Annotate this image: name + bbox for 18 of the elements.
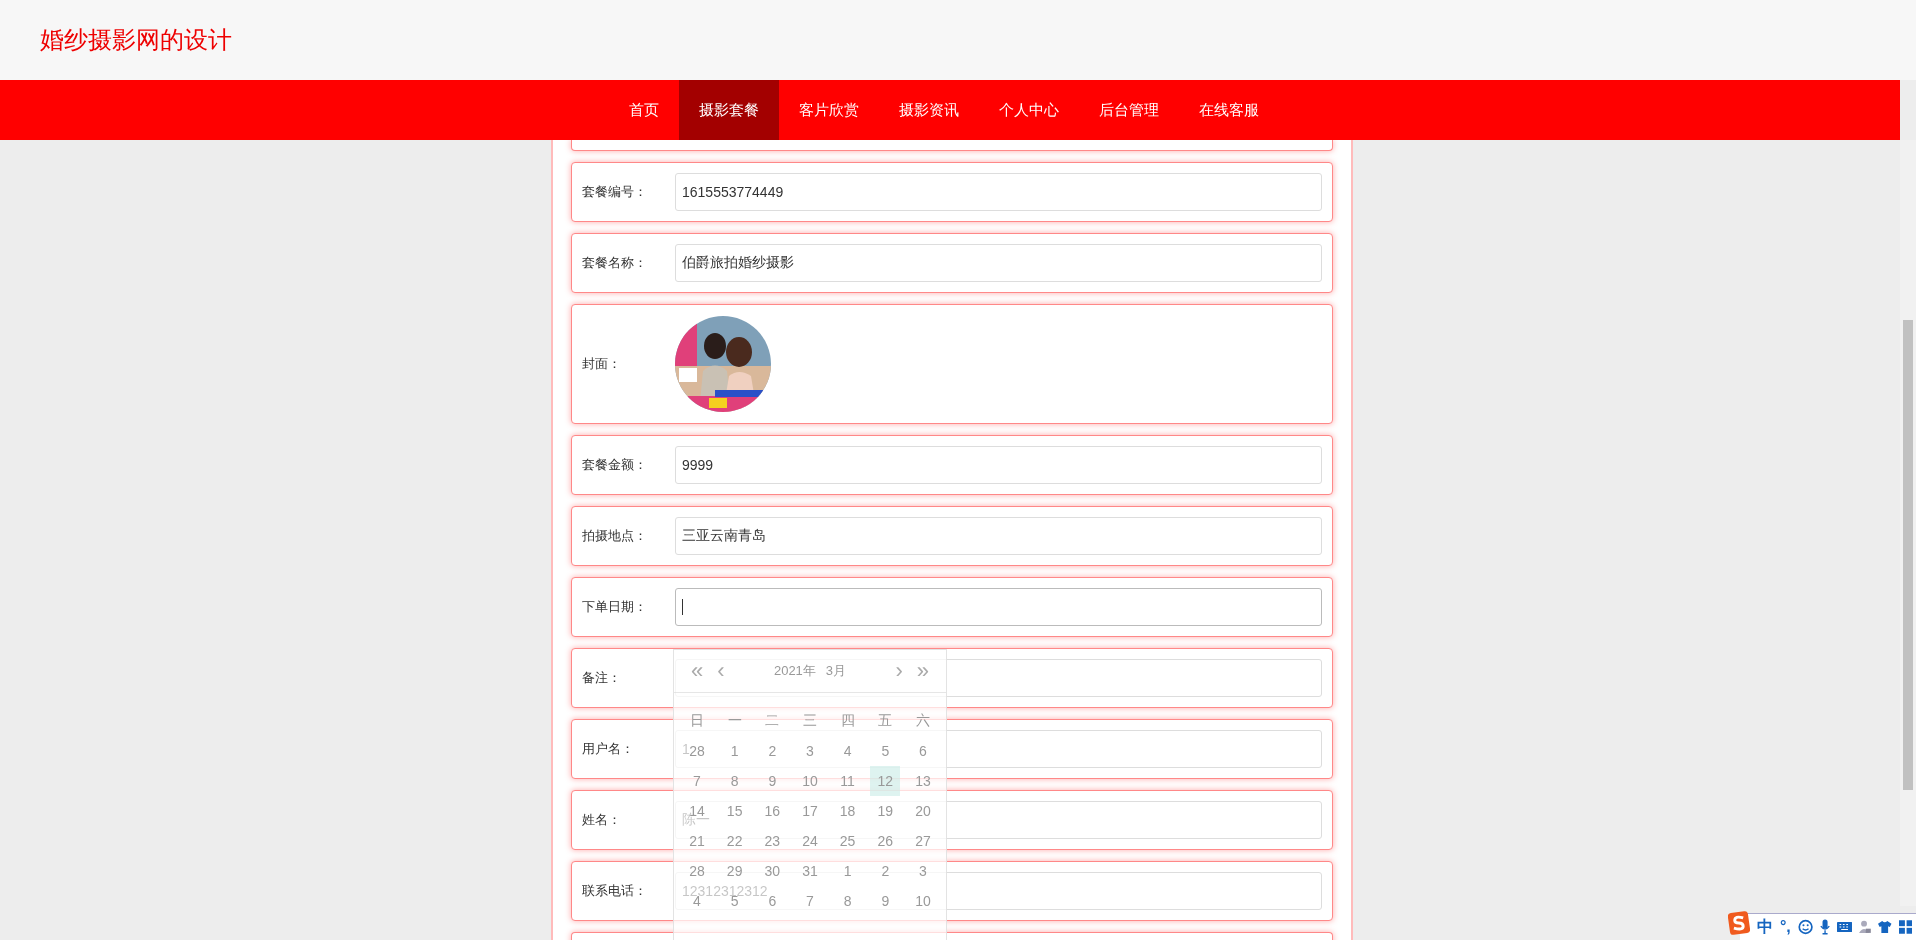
weekday-label: 二 — [765, 712, 780, 730]
weekday-label: 六 — [915, 712, 930, 730]
field-label: 套餐编号： — [582, 183, 648, 201]
field-label: 下单日期： — [582, 598, 648, 616]
field-label: 套餐名称： — [582, 254, 648, 272]
site-title: 婚纱摄影网的设计 — [40, 25, 232, 55]
field-label: 姓名： — [582, 811, 622, 829]
field-label: 用户名： — [582, 740, 635, 758]
weekday-label: 五 — [878, 712, 893, 730]
weekday-label: 日 — [690, 712, 704, 730]
weekday-label: 四 — [840, 712, 855, 730]
field-label: 联系电话： — [582, 882, 648, 900]
weekday-label: 三 — [802, 712, 817, 730]
weekday-label: 一 — [727, 712, 742, 730]
field-label: 备注： — [582, 669, 622, 687]
field-label: 拍摄地点： — [582, 527, 648, 545]
field-label: 套餐金额： — [582, 456, 648, 474]
field-label: 封面： — [582, 355, 622, 373]
